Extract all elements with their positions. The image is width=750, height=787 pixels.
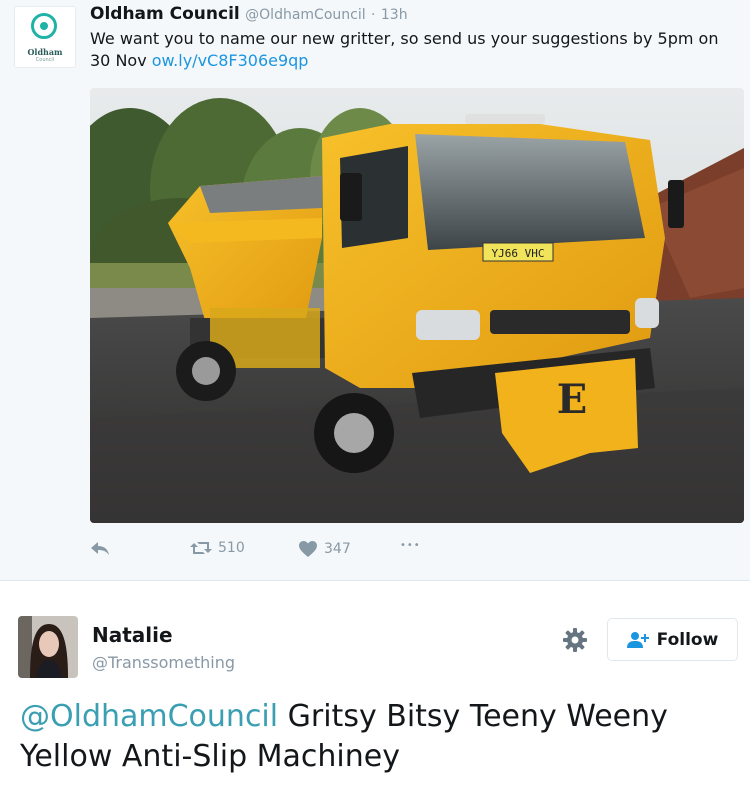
- tweet-natalie: Natalie @Transsomething Follow @OldhamCo…: [0, 581, 750, 787]
- tweet-oldham-council: Oldham Council Oldham Council @OldhamCou…: [0, 0, 750, 581]
- author-name[interactable]: Oldham Council: [90, 4, 240, 24]
- oldham-logo-text: Oldham: [27, 47, 63, 57]
- retweet-button[interactable]: 510: [190, 540, 245, 556]
- number-plate: YJ66 VHC: [492, 247, 545, 260]
- like-button[interactable]: 347: [298, 540, 351, 558]
- tweet-header: Oldham Council @OldhamCouncil · 13h: [90, 4, 408, 24]
- author-handle[interactable]: @Transsomething: [92, 653, 235, 672]
- reply-tweet-text: @OldhamCouncil Gritsy Bitsy Teeny Weeny …: [20, 697, 740, 777]
- reply-button[interactable]: [90, 540, 110, 556]
- reply-icon: [91, 542, 109, 555]
- gear-icon[interactable]: [562, 627, 588, 653]
- more-dots-icon: •••: [400, 540, 421, 551]
- oldham-council-avatar[interactable]: Oldham Council: [14, 6, 76, 68]
- like-count: 347: [324, 541, 351, 557]
- author-handle[interactable]: @OldhamCouncil: [245, 7, 365, 23]
- gritter-truck-photo[interactable]: YJ66 VHC E: [90, 88, 744, 523]
- natalie-avatar[interactable]: [18, 616, 78, 678]
- add-user-icon: [626, 631, 649, 648]
- mention-link[interactable]: @OldhamCouncil: [20, 699, 278, 734]
- header-separator: ·: [371, 7, 376, 23]
- retweet-icon: [190, 542, 212, 554]
- tweet-timestamp[interactable]: 13h: [381, 7, 408, 23]
- tweet-link[interactable]: ow.ly/vC8F306e9qp: [152, 51, 309, 70]
- more-options-button[interactable]: •••: [400, 540, 421, 551]
- tweet-actions: 510 347 •••: [90, 540, 490, 562]
- author-name[interactable]: Natalie: [92, 623, 173, 647]
- tweet-text: We want you to name our new gritter, so …: [90, 28, 740, 72]
- heart-icon: [299, 541, 317, 557]
- oldham-logo-subtext: Council: [35, 57, 55, 63]
- follow-label: Follow: [656, 629, 719, 650]
- plow-letter: E: [557, 376, 588, 423]
- retweet-count: 510: [218, 540, 245, 556]
- follow-button[interactable]: Follow: [607, 618, 738, 661]
- oldham-logo-dot-icon: [40, 22, 48, 30]
